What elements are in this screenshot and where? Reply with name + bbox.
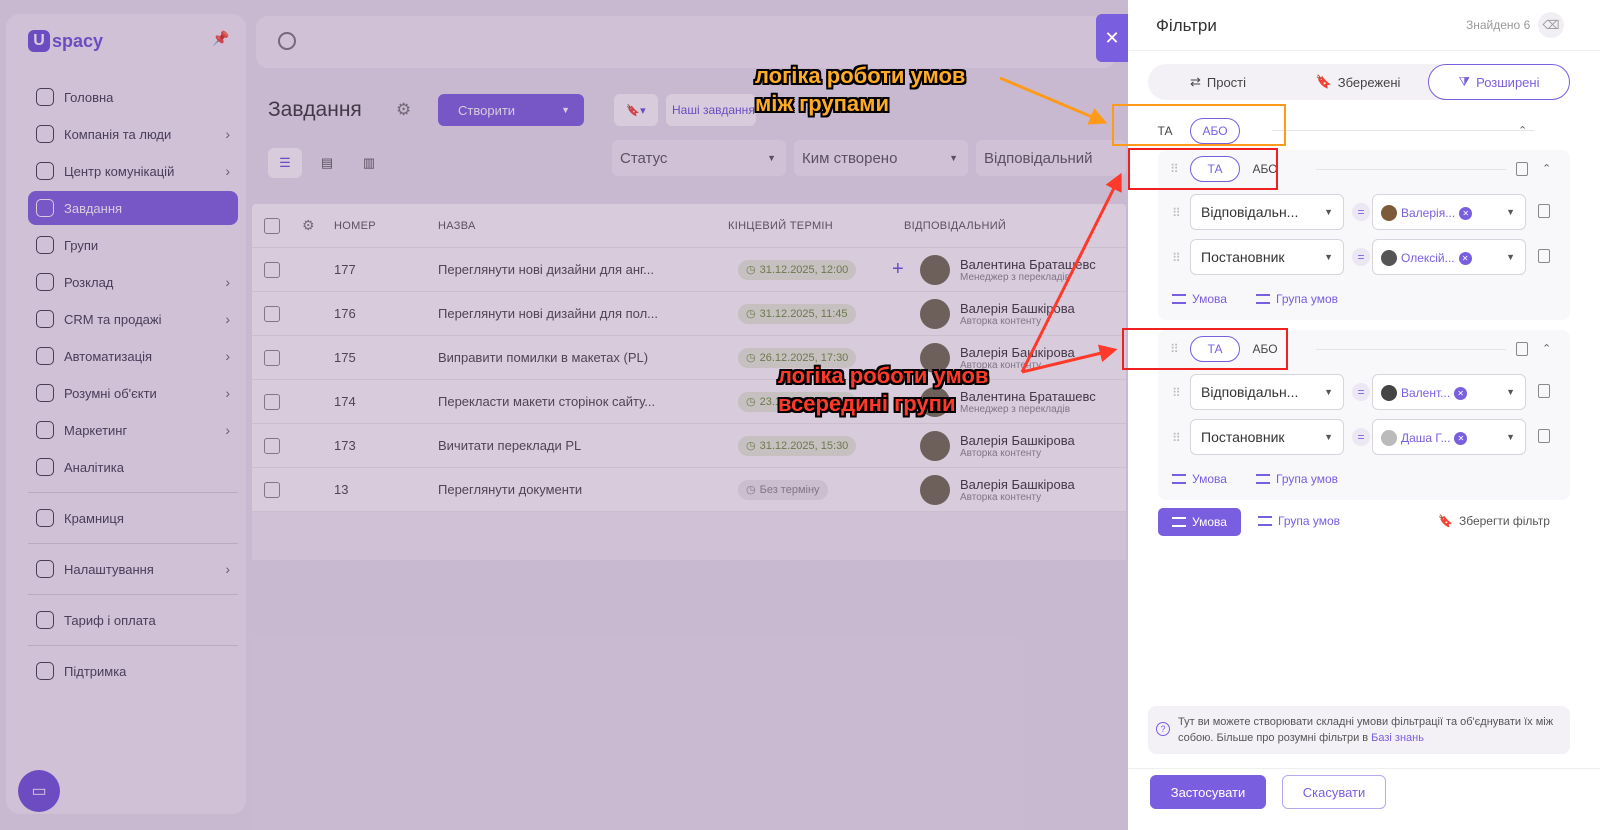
annotation-between-groups: логіка роботи умов між групами: [755, 63, 966, 116]
annotation-arrow: [1020, 172, 1122, 373]
annotation-inside-group: логіка роботи умов всередині групи: [778, 363, 989, 416]
annotation-arrow: [1021, 344, 1118, 374]
annotation-arrow: [999, 76, 1108, 125]
